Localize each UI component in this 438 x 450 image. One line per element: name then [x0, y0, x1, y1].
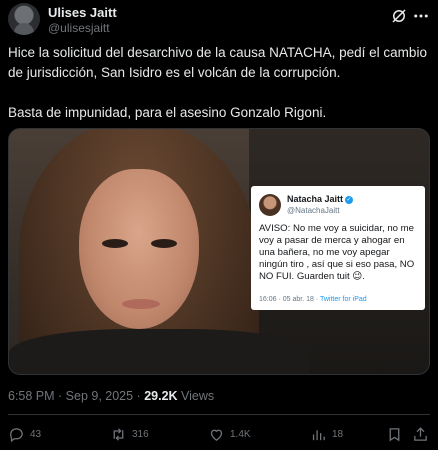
author-name[interactable]: Ulises Jaitt: [48, 5, 117, 20]
share-icon: [414, 426, 427, 441]
share-button[interactable]: [412, 424, 429, 444]
tweet-meta: 6:58 PM · Sep 9, 2025 · 29.2K Views: [8, 389, 214, 403]
views-button[interactable]: 18: [310, 424, 343, 444]
like-button[interactable]: 1.4K: [208, 424, 251, 444]
card-meta: 16:06 · 05 abr. 18 · Twitter for iPad: [259, 296, 367, 303]
card-avatar: [259, 194, 281, 216]
card-author-handle: @NatachaJaitt: [287, 206, 340, 215]
reply-button[interactable]: 43: [8, 424, 41, 444]
reply-count: 43: [30, 428, 42, 440]
more-icon[interactable]: [412, 7, 430, 25]
grok-icon[interactable]: [390, 7, 408, 25]
views-icon: [312, 429, 325, 440]
action-bar: 43 316 1.4K 18: [0, 424, 438, 446]
retweet-count: 316: [132, 428, 149, 440]
bookmark-icon: [389, 427, 400, 441]
author-handle[interactable]: @ulisesjaitt: [48, 21, 110, 35]
card-author-name: Natacha Jaitt ✓: [287, 194, 354, 204]
photo-lips: [122, 299, 160, 309]
tweet-paragraph: Hice la solicitud del desarchivo de la c…: [8, 45, 427, 80]
views-label: Views: [177, 389, 215, 403]
retweet-icon: [113, 427, 124, 441]
photo-eye: [102, 239, 128, 248]
tweet-paragraph: Basta de impunidad, para el asesino Gonz…: [8, 105, 327, 120]
views-count: 29.2K: [144, 389, 178, 403]
like-icon: [210, 429, 223, 441]
tweet-time[interactable]: 6:58 PM · Sep 9, 2025 ·: [8, 389, 144, 403]
verified-icon: ✓: [345, 195, 354, 204]
reply-icon: [10, 427, 23, 442]
tweet-media-image[interactable]: Natacha Jaitt ✓ @NatachaJaitt AVISO: No m…: [8, 128, 430, 375]
retweet-button[interactable]: 316: [110, 424, 149, 444]
like-count: 1.4K: [230, 428, 251, 440]
bookmark-button[interactable]: [386, 424, 403, 444]
card-text: AVISO: No me voy a suicidar, no me voy a…: [259, 223, 415, 282]
tweet-header: Ulises Jaitt @ulisesjaitt: [8, 3, 430, 37]
photo-shoulder: [9, 329, 309, 374]
divider: [8, 414, 430, 415]
tweet-text: Hice la solicitud del desarchivo de la c…: [8, 43, 432, 123]
avatar[interactable]: [8, 3, 40, 35]
embedded-tweet-card: Natacha Jaitt ✓ @NatachaJaitt AVISO: No m…: [251, 186, 425, 310]
views-action-count: 18: [332, 428, 344, 440]
photo-eye: [151, 239, 177, 248]
